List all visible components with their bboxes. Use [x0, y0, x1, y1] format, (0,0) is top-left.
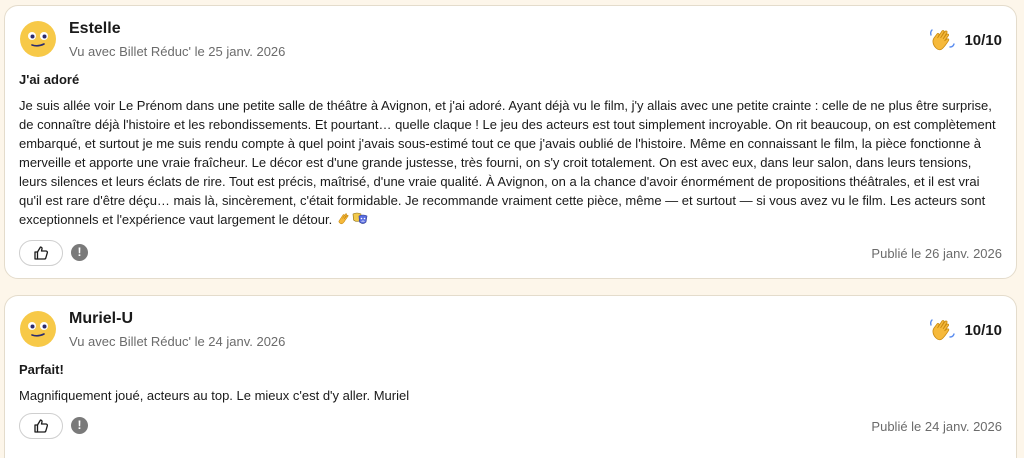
like-button[interactable]	[19, 240, 63, 266]
exclamation-icon: !	[77, 418, 82, 432]
review-score-value: 10/10	[964, 31, 1002, 49]
waving-hand-icon	[930, 29, 956, 51]
report-button[interactable]: !	[71, 417, 88, 434]
thumbs-up-icon	[34, 419, 49, 433]
review-title: Parfait!	[19, 362, 64, 377]
report-button[interactable]: !	[71, 244, 88, 261]
performing-arts-emoji	[352, 212, 368, 224]
thumbs-up-icon	[34, 246, 49, 260]
review-score: 10/10	[928, 316, 1002, 344]
exclamation-icon: !	[77, 245, 82, 259]
review-title: J'ai adoré	[19, 72, 80, 87]
review-card: Estelle Vu avec Billet Réduc' le 25 janv…	[4, 5, 1017, 279]
review-card: Muriel-U Vu avec Billet Réduc' le 24 jan…	[4, 295, 1017, 458]
like-button[interactable]	[19, 413, 63, 439]
review-body-text: Je suis allée voir Le Prénom dans une pe…	[19, 98, 996, 227]
review-author: Muriel-U	[69, 310, 133, 327]
review-published-date: Publié le 24 janv. 2026	[871, 419, 1002, 434]
review-score: 10/10	[928, 26, 1002, 54]
review-author: Estelle	[69, 20, 121, 37]
smiling-face-avatar-icon	[20, 311, 56, 347]
waving-hand-icon	[930, 319, 956, 341]
review-body: Je suis allée voir Le Prénom dans une pe…	[19, 96, 999, 229]
clapping-hands-emoji	[338, 213, 349, 225]
review-subtitle: Vu avec Billet Réduc' le 24 janv. 2026	[69, 334, 286, 349]
review-score-value: 10/10	[964, 321, 1002, 339]
review-body: Magnifiquement joué, acteurs au top. Le …	[19, 388, 410, 403]
review-published-date: Publié le 26 janv. 2026	[871, 246, 1002, 261]
smiling-face-avatar-icon	[20, 21, 56, 57]
review-subtitle: Vu avec Billet Réduc' le 25 janv. 2026	[69, 44, 286, 59]
